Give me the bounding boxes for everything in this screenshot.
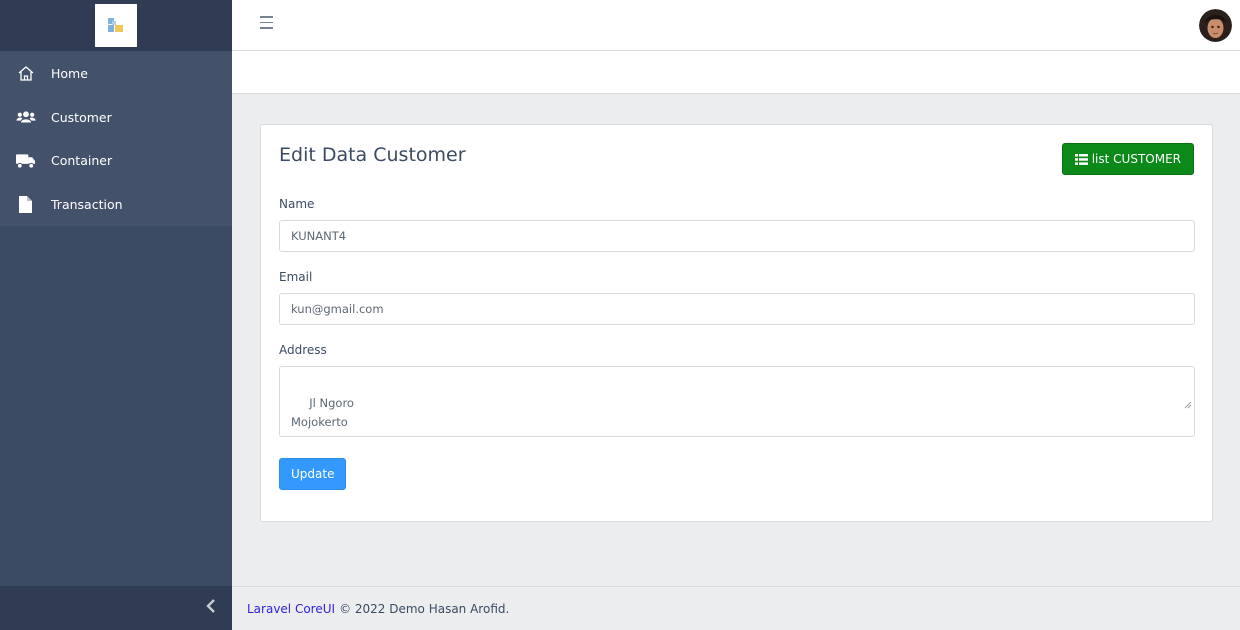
edit-customer-card: Edit Data Customer list CUSTOMER Name KU…: [260, 124, 1213, 522]
email-label: Email: [279, 270, 313, 284]
users-icon: [16, 108, 36, 126]
page-footer: Laravel CoreUI © 2022 Demo Hasan Arofid.: [232, 586, 1240, 630]
update-button[interactable]: Update: [279, 458, 347, 490]
file-icon: [16, 196, 36, 214]
list-customer-label: list CUSTOMER: [1091, 152, 1181, 166]
truck-icon: [16, 152, 36, 170]
resize-handle-icon[interactable]: [1162, 377, 1192, 434]
sidebar-item-home[interactable]: Home: [0, 52, 232, 96]
sidebar-item-label: Home: [51, 66, 88, 82]
hamburger-icon[interactable]: [260, 16, 276, 34]
update-label: Update: [291, 467, 335, 481]
list-customer-button[interactable]: list CUSTOMER: [1061, 143, 1194, 175]
name-value: KUNANT4: [291, 229, 347, 243]
page-title: Edit Data Customer: [279, 144, 466, 166]
chevron-left-icon[interactable]: [206, 599, 216, 617]
sidebar-item-label: Transaction: [51, 197, 123, 213]
name-field[interactable]: KUNANT4: [279, 220, 1195, 252]
email-field[interactable]: kun@gmail.com: [279, 293, 1195, 325]
sidebar-item-customer[interactable]: Customer: [0, 96, 232, 140]
sidebar-item-label: Customer: [51, 109, 112, 125]
sidebar-item-transaction[interactable]: Transaction: [0, 183, 232, 227]
app-logo[interactable]: [95, 4, 137, 47]
sidebar-minimizer[interactable]: [0, 586, 232, 630]
address-textarea[interactable]: Jl Ngoro Mojokerto: [279, 366, 1195, 437]
sidebar-item-container[interactable]: Container: [0, 139, 232, 183]
sidebar-nav: Home Customer Container Transaction: [0, 51, 232, 227]
sidebar-brand[interactable]: [0, 0, 232, 51]
address-label: Address: [279, 343, 327, 357]
subheader: [232, 51, 1240, 94]
address-value: Jl Ngoro Mojokerto: [291, 396, 354, 429]
list-icon: [1074, 153, 1088, 165]
copyright-text: © 2022 Demo Hasan Arofid.: [339, 601, 510, 616]
email-value: kun@gmail.com: [291, 302, 384, 316]
coreui-link[interactable]: Laravel CoreUI: [247, 602, 335, 616]
home-icon: [16, 65, 36, 83]
sidebar-item-label: Container: [51, 153, 113, 169]
logo-icon: [108, 18, 123, 32]
name-label: Name: [279, 197, 315, 211]
user-avatar[interactable]: [1199, 9, 1232, 42]
top-header: [232, 0, 1240, 51]
sidebar: Home Customer Container Transaction: [0, 0, 232, 630]
